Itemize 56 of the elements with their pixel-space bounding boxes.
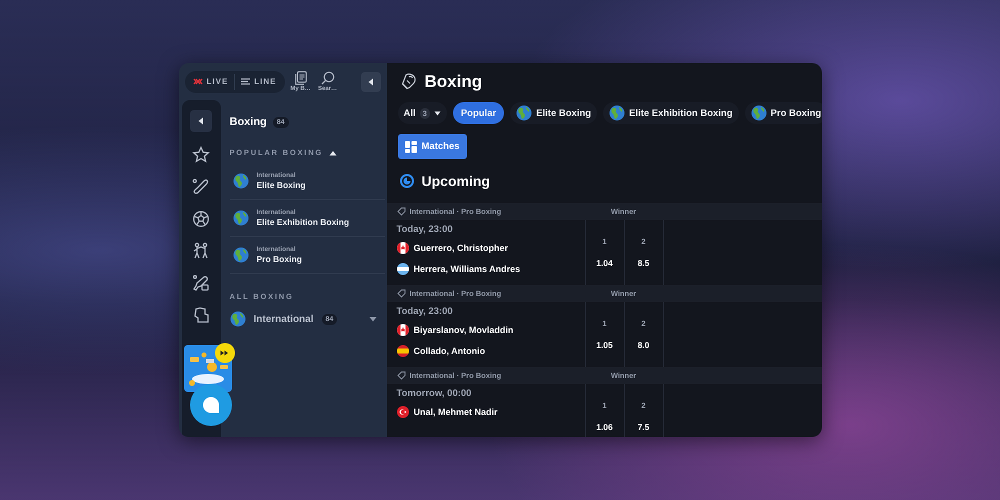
league-name: Elite Boxing: [256, 180, 306, 190]
star-icon: [192, 146, 210, 164]
chat-bubble-icon: [202, 396, 220, 414]
flag-icon: [396, 263, 408, 275]
filter-chip[interactable]: Elite Boxing: [510, 102, 598, 124]
grid-icon: [404, 140, 416, 152]
flag-icon: [396, 324, 408, 336]
sport-title: Boxing: [230, 116, 267, 128]
category-name: International: [254, 314, 314, 324]
match-time: Today, 23:00: [396, 224, 454, 235]
flag-icon: [396, 345, 408, 357]
tag-icon: [396, 207, 406, 216]
collapse-button[interactable]: [190, 110, 212, 132]
league-name: Elite Exhibition Boxing: [256, 217, 350, 227]
tag-icon: [396, 371, 406, 380]
filter-chip[interactable]: Pro Boxing: [744, 102, 822, 124]
fighters-icon: [192, 242, 210, 260]
fighter-name: Biyarslanov, Movladdin: [414, 325, 514, 335]
boxing-glove-icon: [400, 73, 416, 90]
filter-chip[interactable]: Elite Exhibition Boxing: [603, 102, 739, 124]
globe-icon: [232, 210, 248, 226]
tag-icon: [396, 289, 406, 298]
match-time: Today, 23:00: [396, 306, 454, 317]
fast-forward-icon: [220, 350, 229, 356]
fighter-name: Unal, Mehmet Nadir: [414, 407, 498, 417]
globe-icon: [609, 105, 626, 121]
bat-icon: [192, 178, 210, 196]
section-title: Upcoming: [422, 173, 490, 189]
globe-icon: [232, 247, 248, 263]
filter-chip[interactable]: Popular: [452, 102, 504, 124]
fighter-name: Guerrero, Christopher: [414, 243, 508, 253]
fighter-name: Herrera, Williams Andres: [414, 264, 520, 274]
page-title: Boxing: [424, 72, 482, 92]
collapse-button[interactable]: [360, 72, 380, 92]
matches-button[interactable]: Matches: [398, 134, 467, 159]
globe-icon: [750, 105, 767, 121]
document-icon: [294, 71, 307, 85]
soccer-ball-icon: [192, 210, 210, 228]
league-name: Pro Boxing: [256, 254, 302, 264]
globe-icon: [516, 105, 532, 121]
clock-icon: [400, 174, 414, 188]
flag-icon: [396, 406, 408, 418]
globe-icon: [232, 173, 248, 189]
search-icon: [320, 71, 335, 85]
caret-icon: [434, 110, 441, 116]
live-icon: [192, 78, 202, 85]
caret-icon: [368, 78, 374, 86]
globe-icon: [230, 311, 246, 327]
racket-icon: [192, 274, 210, 292]
fighter-name: Collado, Antonio: [414, 346, 486, 356]
mode-tab[interactable]: LIVE: [192, 77, 228, 86]
lines-icon: [241, 78, 250, 85]
mode-tab[interactable]: LINE: [241, 77, 277, 86]
match-time: Tomorrow, 00:00: [396, 388, 472, 399]
caret-icon: [198, 117, 204, 125]
flag-icon: [396, 242, 408, 254]
